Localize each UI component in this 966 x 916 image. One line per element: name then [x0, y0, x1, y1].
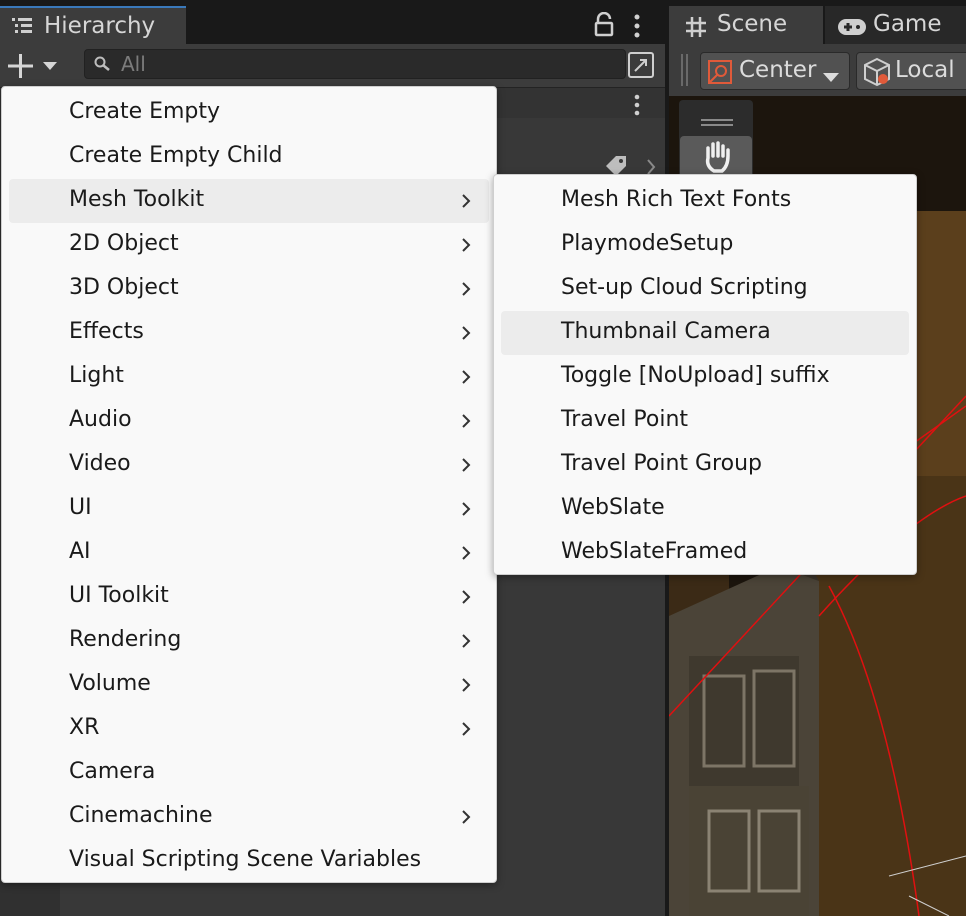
menu-item-audio[interactable]: Audio [9, 399, 489, 443]
menu-item-volume[interactable]: Volume [9, 663, 489, 707]
menu-item-rendering[interactable]: Rendering [9, 619, 489, 663]
menu-item-light[interactable]: Light [9, 355, 489, 399]
menu-item-ai[interactable]: AI [9, 531, 489, 575]
create-add-button[interactable] [8, 52, 64, 80]
mesh-toolkit-submenu: Mesh Rich Text Fonts PlaymodeSetup Set-u… [493, 174, 917, 575]
submenu-item-set-up-cloud-scripting[interactable]: Set-up Cloud Scripting [501, 267, 909, 311]
menu-item-effects[interactable]: Effects [9, 311, 489, 355]
menu-item-label: WebSlate [561, 495, 665, 520]
panel-grip-icon [701, 112, 733, 131]
chevron-right-icon [461, 721, 471, 741]
chevron-right-icon [461, 633, 471, 653]
local-cube-icon [863, 57, 893, 91]
menu-item-label: 2D Object [69, 231, 179, 256]
gamepad-icon [837, 18, 867, 40]
chevron-right-icon [461, 369, 471, 389]
menu-item-xr[interactable]: XR [9, 707, 489, 751]
submenu-item-mesh-rich-text-fonts[interactable]: Mesh Rich Text Fonts [501, 179, 909, 223]
chevron-right-icon [461, 545, 471, 565]
menu-item-label: Rendering [69, 627, 182, 652]
pivot-rotation-dropdown[interactable]: Local [856, 52, 966, 90]
search-icon [93, 55, 115, 77]
menu-item-label: UI [69, 495, 92, 520]
chevron-right-icon [461, 457, 471, 477]
submenu-item-webslate[interactable]: WebSlate [501, 487, 909, 531]
search-mode-button[interactable] [626, 50, 656, 80]
menu-item-mesh-toolkit[interactable]: Mesh Toolkit [9, 179, 489, 223]
submenu-item-travel-point-group[interactable]: Travel Point Group [501, 443, 909, 487]
chevron-right-icon [461, 501, 471, 521]
search-input[interactable] [121, 52, 611, 76]
chevron-right-icon [461, 325, 471, 345]
menu-item-label: Set-up Cloud Scripting [561, 275, 808, 300]
pivot-center-icon [707, 59, 735, 89]
menu-item-label: Audio [69, 407, 132, 432]
menu-item-label: WebSlateFramed [561, 539, 748, 564]
menu-item-label: XR [69, 715, 100, 740]
menu-item-create-empty[interactable]: Create Empty [9, 91, 489, 135]
hierarchy-list-icon [10, 16, 34, 40]
chevron-right-icon [461, 589, 471, 609]
chevron-down-icon [823, 68, 839, 87]
menu-item-2d-object[interactable]: 2D Object [9, 223, 489, 267]
chevron-right-icon [461, 809, 471, 829]
tab-scene[interactable]: Scene [669, 6, 823, 44]
menu-item-label: Effects [69, 319, 144, 344]
menu-item-ui-toolkit[interactable]: UI Toolkit [9, 575, 489, 619]
pivot-rotation-label: Local [895, 57, 955, 83]
scene-header-more-icon[interactable] [632, 94, 642, 120]
hand-icon [702, 140, 732, 178]
menu-item-label: Volume [69, 671, 151, 696]
menu-item-label: 3D Object [69, 275, 179, 300]
menu-item-label: Camera [69, 759, 156, 784]
tab-hierarchy[interactable]: Hierarchy [0, 6, 186, 44]
chevron-right-icon [461, 677, 471, 697]
menu-item-label: Visual Scripting Scene Variables [69, 847, 422, 872]
chevron-right-icon [461, 413, 471, 433]
menu-item-label: Video [69, 451, 131, 476]
menu-item-cinemachine[interactable]: Cinemachine [9, 795, 489, 839]
pivot-mode-dropdown[interactable]: Center [700, 52, 850, 90]
menu-item-label: Light [69, 363, 124, 388]
tab-game[interactable]: Game [825, 6, 966, 44]
menu-item-label: AI [69, 539, 91, 564]
menu-item-label: Cinemachine [69, 803, 213, 828]
menu-item-label: Thumbnail Camera [561, 319, 771, 344]
menu-item-label: Mesh Rich Text Fonts [561, 187, 792, 212]
pivot-mode-label: Center [739, 57, 817, 83]
submenu-item-toggle-noupload-suffix[interactable]: Toggle [NoUpload] suffix [501, 355, 909, 399]
menu-item-ui[interactable]: UI [9, 487, 489, 531]
game-tab-label: Game [873, 11, 942, 37]
menu-item-camera[interactable]: Camera [9, 751, 489, 795]
hierarchy-search-field[interactable] [84, 49, 626, 79]
chevron-right-icon [461, 193, 471, 213]
chevron-right-icon [461, 281, 471, 301]
menu-item-label: Travel Point Group [561, 451, 762, 476]
menu-item-label: PlaymodeSetup [561, 231, 734, 256]
menu-item-label: Create Empty [69, 99, 221, 124]
submenu-item-travel-point[interactable]: Travel Point [501, 399, 909, 443]
submenu-item-playmode-setup[interactable]: PlaymodeSetup [501, 223, 909, 267]
menu-item-3d-object[interactable]: 3D Object [9, 267, 489, 311]
menu-item-label: Travel Point [561, 407, 689, 432]
scene-tab-label: Scene [717, 11, 788, 37]
toolbar-grip-icon [681, 54, 689, 90]
lock-icon[interactable] [592, 11, 616, 42]
menu-item-label: UI Toolkit [69, 583, 169, 608]
menu-item-create-empty-child[interactable]: Create Empty Child [9, 135, 489, 179]
menu-item-label: Create Empty Child [69, 143, 283, 168]
create-menu: Create Empty Create Empty Child Mesh Too… [1, 86, 497, 883]
scene-grid-icon [685, 16, 707, 42]
menu-item-label: Mesh Toolkit [69, 187, 205, 212]
menu-item-video[interactable]: Video [9, 443, 489, 487]
chevron-right-icon [461, 237, 471, 257]
hierarchy-tab-label: Hierarchy [44, 13, 156, 39]
submenu-item-webslate-framed[interactable]: WebSlateFramed [501, 531, 909, 575]
hierarchy-more-options-icon[interactable] [632, 14, 642, 42]
menu-item-visual-scripting-scene-variables[interactable]: Visual Scripting Scene Variables [9, 839, 489, 883]
hand-tool-button[interactable] [680, 136, 752, 178]
submenu-item-thumbnail-camera[interactable]: Thumbnail Camera [501, 311, 909, 355]
menu-item-label: Toggle [NoUpload] suffix [561, 363, 830, 388]
